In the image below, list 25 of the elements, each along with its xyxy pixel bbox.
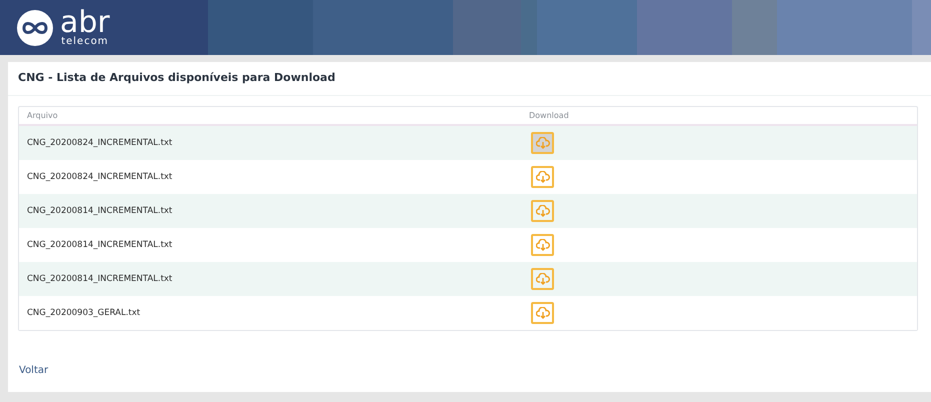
download-button[interactable] <box>531 234 554 256</box>
logo-text: abr <box>60 8 110 36</box>
cloud-download-icon <box>536 205 550 217</box>
download-button[interactable] <box>531 302 554 324</box>
download-button[interactable] <box>531 200 554 222</box>
download-button[interactable] <box>531 132 554 154</box>
file-name: CNG_20200814_INCREMENTAL.txt <box>26 204 174 218</box>
file-name: CNG_20200814_INCREMENTAL.txt <box>26 238 174 252</box>
file-name: CNG_20200903_GERAL.txt <box>26 306 142 320</box>
column-header: Download <box>529 110 569 122</box>
file-name: CNG_20200824_INCREMENTAL.txt <box>26 170 174 184</box>
cloud-download-icon <box>536 137 550 149</box>
back-link[interactable]: Voltar <box>19 365 48 376</box>
logo-tagline: telecom <box>61 36 109 46</box>
file-name: CNG_20200814_INCREMENTAL.txt <box>26 272 174 286</box>
cloud-download-icon <box>536 307 550 319</box>
logo-icon <box>16 8 54 46</box>
column-header: Arquivo <box>26 110 59 122</box>
panel-title: CNG - Lista de Arquivos disponíveis para Download <box>18 70 336 86</box>
file-name: CNG_20200824_INCREMENTAL.txt <box>26 136 174 150</box>
cloud-download-icon <box>536 239 550 251</box>
download-button[interactable] <box>531 268 554 290</box>
download-button[interactable] <box>531 166 554 188</box>
cloud-download-icon <box>536 171 550 183</box>
cloud-download-icon <box>536 273 550 285</box>
